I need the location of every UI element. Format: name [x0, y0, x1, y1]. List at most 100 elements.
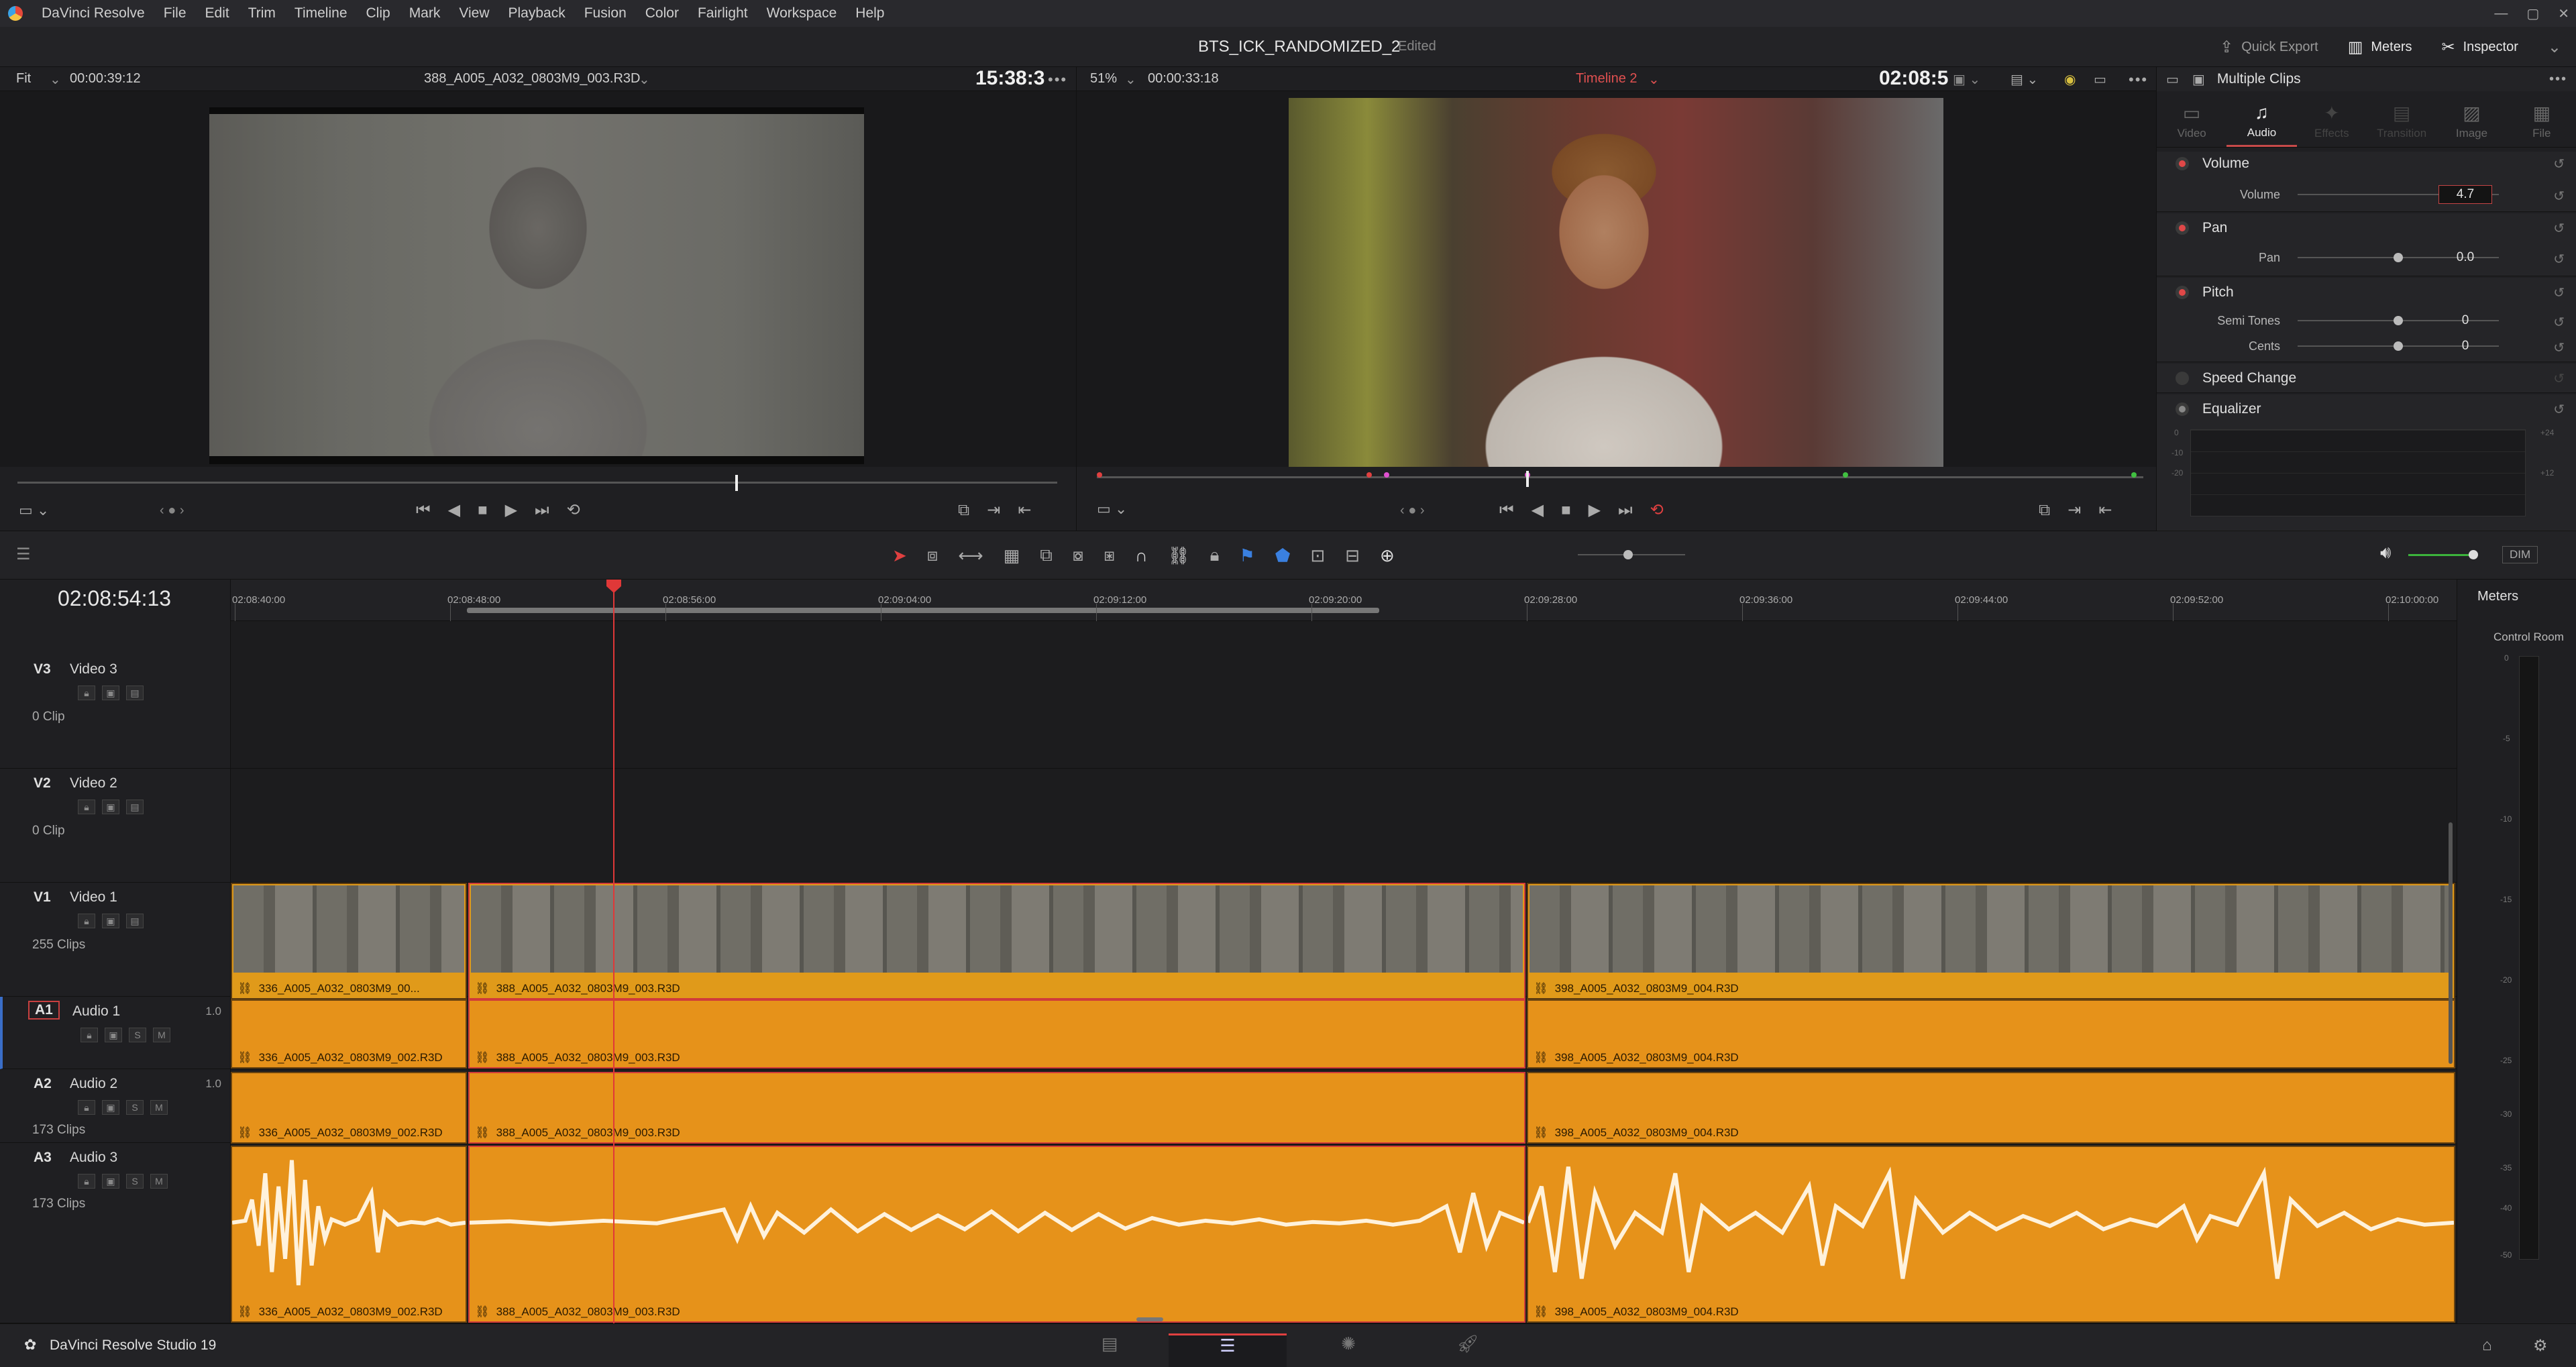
close-icon[interactable]: ✕ [2558, 5, 2569, 22]
video-clip-selected[interactable]: ⛓ 388_A005_A032_0803M9_003.R3D [468, 883, 1525, 999]
video-clip[interactable]: ⛓ 398_A005_A032_0803M9_004.R3D [1527, 883, 2455, 999]
lock-icon[interactable]: 🔒︎ [78, 1100, 95, 1115]
speed-change-toggle[interactable] [2176, 372, 2189, 385]
menu-fairlight[interactable]: Fairlight [688, 5, 757, 21]
monitor-volume-slider[interactable] [2408, 554, 2475, 556]
auto-select-icon[interactable]: ▣ [102, 1174, 119, 1189]
mark-in-icon[interactable]: ⇥ [2068, 500, 2081, 520]
go-to-end-icon[interactable]: ⏭ [535, 501, 549, 520]
marker-pink[interactable] [1384, 472, 1389, 478]
source-scrubber[interactable] [17, 482, 1057, 484]
equalizer-toggle[interactable] [2176, 402, 2189, 416]
timeline-current-timecode[interactable]: 02:08:54:13 [58, 586, 171, 611]
solo-button[interactable]: S [129, 1028, 146, 1042]
marker-green[interactable] [2131, 472, 2137, 478]
monitor-volume-knob[interactable] [2469, 550, 2478, 559]
position-lock-icon[interactable]: 🔒︎ [1210, 545, 1220, 566]
source-clip-name[interactable]: 388_A005_A032_0803M9_003.R3D [424, 71, 641, 87]
mark-out-icon[interactable]: ⇤ [1018, 500, 1031, 520]
trim-tool-icon[interactable]: ⧈ [927, 545, 938, 566]
video-clip[interactable]: ⛓ 336_A005_A032_0803M9_00... [231, 883, 467, 999]
menu-trim[interactable]: Trim [239, 5, 285, 21]
dynamic-trim-icon[interactable]: ⟷ [958, 545, 983, 566]
tab-effects[interactable]: ✦ Effects [2297, 97, 2367, 147]
timeline-name[interactable]: Timeline 2 [1576, 71, 1638, 87]
volume-enable-toggle[interactable] [2176, 157, 2189, 170]
zoom-custom-icon[interactable]: ⊕ [1380, 545, 1395, 566]
loop-icon[interactable]: ⟲ [1650, 500, 1664, 520]
menu-file[interactable]: File [154, 5, 196, 21]
view-options-icon[interactable]: ▭ ⌄ [1097, 500, 1127, 518]
go-to-start-icon[interactable]: ⏮ [1499, 501, 1514, 520]
mark-in-icon[interactable]: ⇥ [987, 500, 1000, 520]
marker-green[interactable] [1843, 472, 1848, 478]
zoom-detail-icon[interactable]: ⊟ [1345, 545, 1360, 566]
insert-clip-icon[interactable]: ⧉ [1040, 545, 1053, 566]
record-timecode[interactable]: 00:00:33:18 [1148, 71, 1219, 87]
equalizer-title[interactable]: Equalizer [2202, 401, 2261, 417]
go-to-end-icon[interactable]: ⏭ [1618, 501, 1633, 520]
audio-clip-selected[interactable]: ⛓ 388_A005_A032_0803M9_003.R3D [468, 999, 1525, 1069]
play-reverse-icon[interactable]: ◀ [448, 500, 460, 520]
marker-icon[interactable]: ⬟ [1275, 545, 1291, 566]
lock-icon[interactable]: 🔒︎ [78, 686, 95, 700]
source-scrub-playhead[interactable] [735, 475, 738, 491]
stop-icon[interactable]: ■ [1561, 501, 1571, 520]
audio-clip[interactable]: ⛓ 336_A005_A032_0803M9_002.R3D [231, 999, 467, 1069]
lock-icon[interactable]: 🔒︎ [78, 1174, 95, 1189]
source-timecode[interactable]: 00:00:39:12 [70, 71, 141, 87]
timeline-scroll-range[interactable] [467, 608, 1379, 613]
track-lane-v3[interactable] [231, 655, 2457, 769]
mark-out-icon[interactable]: ⇤ [2098, 500, 2112, 520]
semitones-slider-knob[interactable] [2394, 316, 2403, 325]
timeline-ruler[interactable]: 02:08:40:00 02:08:48:00 02:08:56:00 02:09:0… [231, 580, 2457, 621]
auto-select-icon[interactable]: ▣ [102, 1100, 119, 1115]
linked-selection-icon[interactable]: ⛓ [1168, 545, 1190, 566]
overwrite-clip-icon[interactable]: ⧇ [1073, 545, 1084, 566]
minimize-icon[interactable]: — [2494, 6, 2508, 21]
loop-icon[interactable]: ⟲ [567, 500, 580, 520]
meters-button[interactable]: ▥ Meters [2333, 27, 2427, 67]
chevron-down-icon[interactable]: ⌄ [1125, 71, 1136, 88]
track-name-a3[interactable]: Audio 3 [70, 1150, 117, 1166]
reset-icon[interactable]: ↺ [2553, 220, 2565, 237]
menu-clip[interactable]: Clip [357, 5, 400, 21]
menu-playback[interactable]: Playback [499, 5, 575, 21]
reset-icon[interactable]: ↺ [2553, 251, 2565, 268]
chevron-down-icon[interactable]: ⌄ [639, 71, 650, 88]
flag-icon[interactable]: ⚑ [1239, 545, 1254, 566]
mute-button[interactable]: M [150, 1174, 168, 1189]
jog-control-icon[interactable]: ‹ ● › [160, 503, 184, 518]
reset-icon[interactable]: ↺ [2553, 156, 2565, 172]
stop-icon[interactable]: ■ [478, 501, 488, 520]
track-name-a2[interactable]: Audio 2 [70, 1076, 117, 1092]
reset-icon[interactable]: ↺ [2553, 370, 2565, 387]
track-name-a1[interactable]: Audio 1 [72, 1003, 120, 1020]
settings-gear-icon[interactable]: ⚙ [2533, 1336, 2548, 1356]
timeline-view-options-icon[interactable]: ☰ [16, 545, 31, 564]
go-to-start-icon[interactable]: ⏮ [416, 501, 431, 520]
play-icon[interactable]: ▶ [1589, 500, 1601, 520]
solo-button[interactable]: S [126, 1174, 144, 1189]
mute-button[interactable]: M [150, 1100, 168, 1115]
quick-export-button[interactable]: ⇪ Quick Export [2205, 27, 2333, 67]
menu-timeline[interactable]: Timeline [285, 5, 357, 21]
view-options-icon[interactable]: ▭ ⌄ [19, 502, 49, 519]
cents-value-field[interactable]: 0 [2438, 337, 2492, 356]
maximize-icon[interactable]: ▢ [2526, 5, 2539, 22]
zoom-full-icon[interactable]: ⊡ [1310, 545, 1325, 566]
menu-fusion[interactable]: Fusion [575, 5, 636, 21]
audio-clip[interactable]: ⛓ 398_A005_A032_0803M9_004.R3D [1527, 999, 2455, 1069]
tab-audio[interactable]: ♫ Audio [2226, 97, 2297, 147]
viewer-mode-icon[interactable]: ▣ ⌄ [1953, 71, 1980, 88]
page-deliver-icon[interactable]: 🚀︎ [1409, 1333, 1527, 1367]
page-media-icon[interactable]: ▤ [1051, 1333, 1169, 1367]
tab-transition[interactable]: ▤ Transition [2367, 97, 2436, 147]
timeline-playhead[interactable] [613, 580, 614, 1324]
reset-icon[interactable]: ↺ [2553, 401, 2565, 418]
blade-tool-icon[interactable]: ▦ [1004, 545, 1020, 566]
pan-enable-toggle[interactable] [2176, 221, 2189, 235]
mute-button[interactable]: M [153, 1028, 170, 1042]
timeline-scrub-playhead[interactable] [1525, 471, 1529, 487]
source-zoom-select[interactable]: Fit [16, 71, 31, 87]
